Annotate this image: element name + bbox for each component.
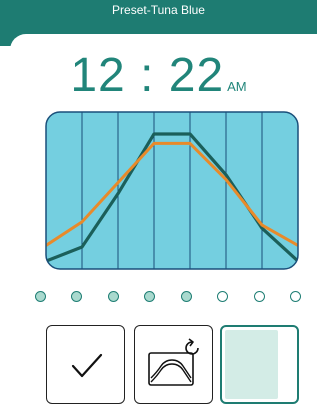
pager-dot[interactable]	[71, 291, 82, 302]
pager-dot[interactable]	[253, 291, 265, 302]
pager-dot[interactable]	[217, 291, 228, 302]
curve-reset-icon	[148, 338, 199, 386]
pager-dot[interactable]	[180, 291, 192, 302]
pager-dot[interactable]	[34, 291, 46, 302]
pager-dot[interactable]	[144, 291, 155, 302]
app-frame: Preset-Tuna Blue 12 : 22 AM	[0, 0, 317, 419]
confirm-button[interactable]	[46, 325, 125, 404]
color-swatch-fill	[225, 330, 278, 399]
curve-preset-button[interactable]	[134, 325, 213, 404]
color-swatch-button[interactable]	[220, 325, 299, 404]
pager-dots	[0, 288, 317, 306]
checkmark-icon	[71, 353, 103, 378]
pager-dot[interactable]	[290, 291, 301, 302]
pager-dot[interactable]	[107, 291, 119, 302]
